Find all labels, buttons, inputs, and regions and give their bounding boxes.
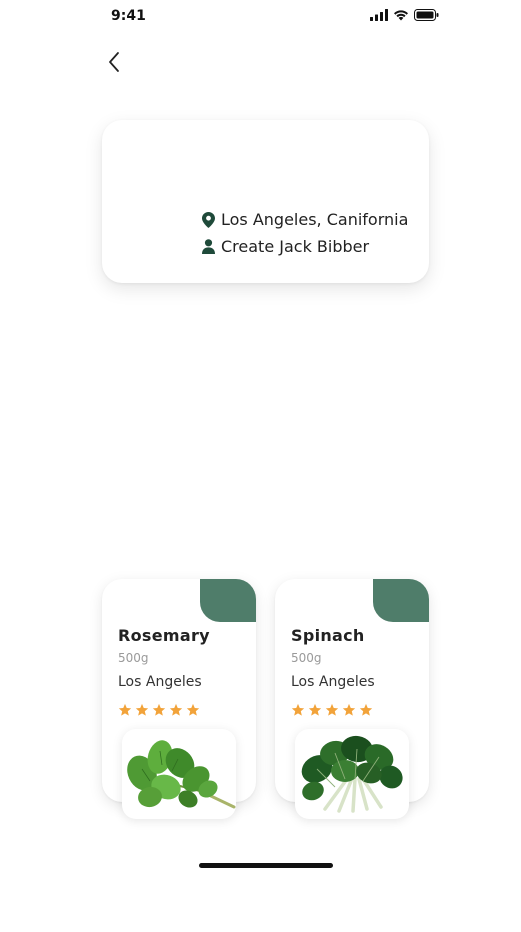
spinach-illustration (301, 735, 403, 813)
signal-icon (370, 9, 388, 21)
star-icon (186, 703, 200, 716)
person-icon (202, 239, 215, 254)
back-chevron-icon (109, 52, 119, 72)
location-pin-icon (202, 211, 215, 228)
battery-icon (414, 9, 439, 21)
star-icon (308, 703, 322, 716)
star-icon (135, 703, 149, 716)
herb-illustration (127, 740, 236, 809)
product-name: Spinach (291, 626, 365, 645)
status-bar: 9:41 (0, 0, 521, 34)
creator-row: Create Jack Bibber (202, 237, 369, 256)
star-icon (152, 703, 166, 716)
home-indicator (199, 863, 333, 868)
rating-stars (291, 703, 373, 717)
star-icon (325, 703, 339, 716)
star-icon (359, 703, 373, 716)
product-location: Los Angeles (118, 674, 202, 690)
product-card-spinach[interactable]: Spinach 500g Los Angeles (275, 579, 429, 819)
location-row: Los Angeles, Canifornia (202, 210, 408, 229)
location-text: Los Angeles, Canifornia (221, 210, 409, 229)
back-button[interactable] (102, 48, 126, 76)
product-weight: 500g (291, 651, 322, 665)
rating-stars (118, 703, 200, 717)
star-icon (291, 703, 305, 716)
star-icon (342, 703, 356, 716)
creator-text: Create Jack Bibber (221, 237, 370, 256)
product-card-rosemary[interactable]: Rosemary 500g Los Angeles (102, 579, 256, 819)
status-icons (370, 9, 439, 21)
product-image-rosemary (122, 729, 236, 819)
card-corner-tab (373, 579, 429, 622)
location-card: Los Angeles, Canifornia Create Jack Bibb… (102, 120, 429, 283)
status-time: 9:41 (111, 8, 146, 24)
card-corner-tab (200, 579, 256, 622)
wifi-icon (394, 10, 408, 21)
star-icon (169, 703, 183, 716)
product-name: Rosemary (118, 626, 210, 645)
product-image-spinach (295, 729, 409, 819)
product-weight: 500g (118, 651, 149, 665)
star-icon (118, 703, 132, 716)
product-location: Los Angeles (291, 674, 375, 690)
